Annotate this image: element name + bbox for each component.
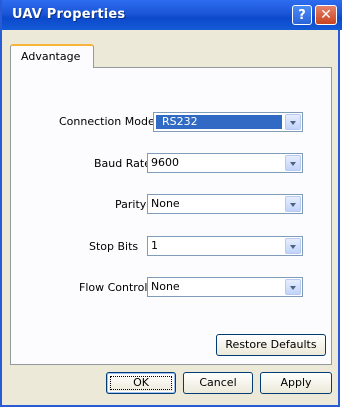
restore-defaults-button[interactable]: Restore Defaults — [216, 334, 326, 356]
baud-rate-value: 9600 — [151, 156, 179, 169]
connection-mode-select[interactable]: RS232 — [153, 112, 303, 132]
stop-bits-select[interactable]: 1 — [147, 236, 303, 256]
connection-mode-label: Connection Mode — [59, 115, 155, 128]
connection-mode-value: RS232 — [162, 115, 198, 128]
ok-button-label: OK — [133, 376, 149, 389]
stop-bits-value: 1 — [151, 239, 158, 252]
window-title: UAV Properties — [12, 7, 126, 22]
baud-rate-label: Baud Rate — [94, 157, 151, 170]
help-icon[interactable]: ? — [292, 5, 312, 25]
baud-rate-select[interactable]: 9600 — [147, 153, 303, 173]
chevron-down-icon[interactable] — [285, 279, 301, 295]
ok-button[interactable]: OK — [106, 372, 176, 394]
close-icon[interactable]: ✕ — [315, 5, 337, 25]
tab-label: Advantage — [21, 50, 81, 63]
parity-value: None — [151, 197, 180, 210]
title-bar[interactable]: UAV Properties ? ✕ — [2, 0, 342, 30]
chevron-down-icon[interactable] — [285, 114, 301, 130]
cancel-button[interactable]: Cancel — [183, 372, 253, 394]
parity-select[interactable]: None — [147, 194, 303, 214]
chevron-down-icon[interactable] — [285, 238, 301, 254]
tab-advantage[interactable]: Advantage — [10, 44, 94, 68]
chevron-down-icon[interactable] — [285, 196, 301, 212]
flow-control-select[interactable]: None — [147, 277, 303, 297]
stop-bits-label: Stop Bits — [89, 240, 139, 253]
chevron-down-icon[interactable] — [285, 155, 301, 171]
apply-button[interactable]: Apply — [260, 372, 332, 394]
parity-label: Parity — [115, 198, 147, 211]
flow-control-label: Flow Control — [79, 281, 148, 294]
flow-control-value: None — [151, 280, 180, 293]
tab-panel: Connection Mode RS232 Baud Rate 9600 Par… — [10, 67, 332, 365]
dialog-window: UAV Properties ? ✕ Advantage Connection … — [0, 0, 342, 407]
